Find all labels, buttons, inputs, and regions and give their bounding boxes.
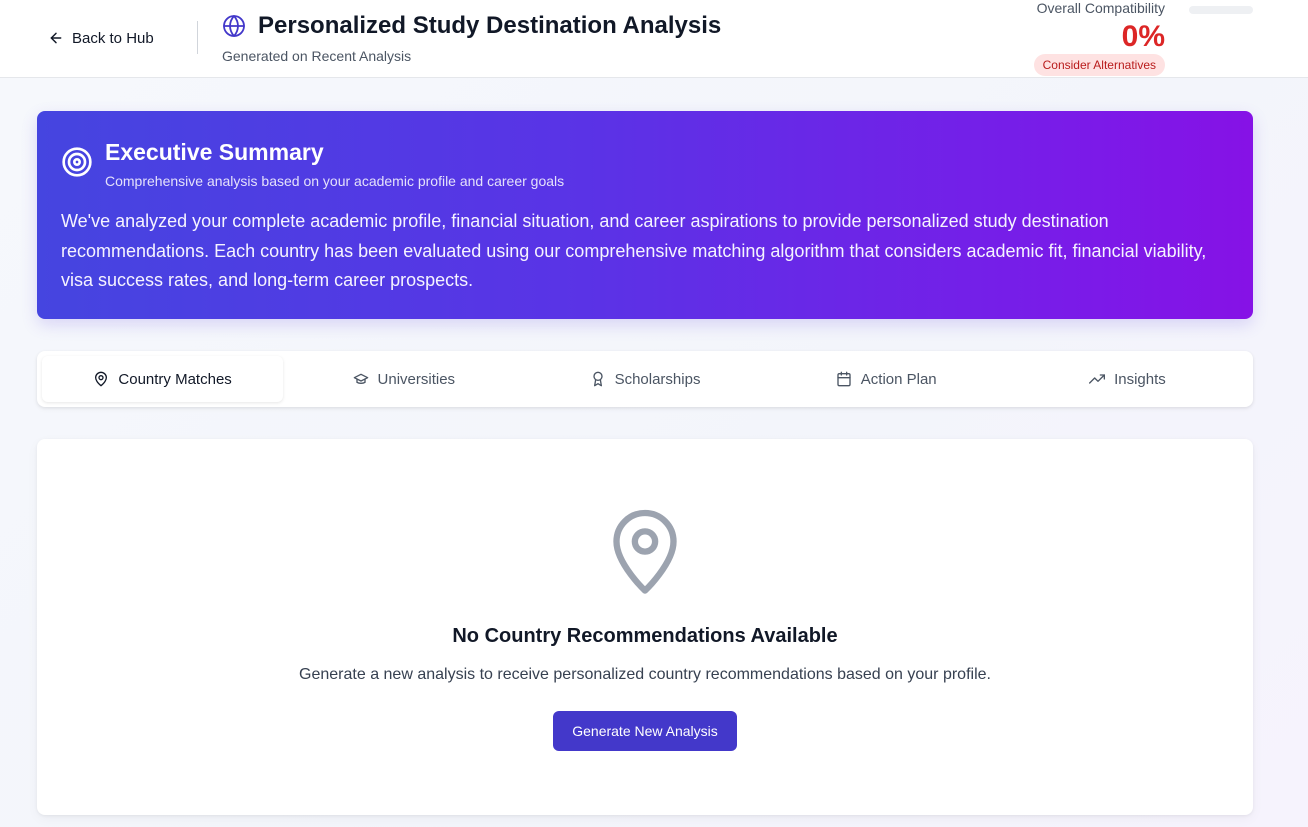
tab-label: Country Matches: [118, 370, 232, 388]
page-title: Personalized Study Destination Analysis: [258, 12, 722, 39]
compatibility-label: Overall Compatibility: [1036, 0, 1165, 16]
executive-summary-card: Executive Summary Comprehensive analysis…: [37, 111, 1253, 319]
target-icon: [62, 147, 92, 177]
country-matches-panel: No Country Recommendations Available Gen…: [37, 439, 1253, 815]
compatibility-score: 0%: [1121, 20, 1165, 53]
tab-label: Action Plan: [860, 370, 937, 388]
executive-summary-title: Executive Summary: [105, 139, 324, 165]
tab-insights[interactable]: Insights: [1007, 356, 1248, 402]
header-divider: [197, 21, 198, 54]
generate-new-analysis-button[interactable]: Generate New Analysis: [553, 711, 737, 751]
tab-action-plan[interactable]: Action Plan: [766, 356, 1007, 402]
calendar-icon: [837, 371, 851, 387]
empty-state-title: No Country Recommendations Available: [452, 625, 838, 647]
map-pin-icon: [613, 509, 677, 594]
page-header: Back to Hub Personalized Study Destinati…: [0, 0, 1308, 78]
trending-up-icon: [1089, 374, 1106, 384]
back-to-hub-label: Back to Hub: [72, 29, 154, 47]
award-icon: [592, 371, 603, 387]
graduation-cap-icon: [353, 373, 368, 384]
tab-scholarships[interactable]: Scholarships: [524, 356, 765, 402]
arrow-left-icon: [50, 32, 62, 44]
page-subtitle: Generated on Recent Analysis: [222, 48, 412, 64]
map-pin-icon: [95, 371, 108, 387]
back-to-hub-button[interactable]: Back to Hub: [48, 28, 154, 48]
executive-summary-subtitle: Comprehensive analysis based on your aca…: [105, 173, 565, 189]
tab-label: Universities: [377, 370, 456, 388]
executive-summary-body: We've analyzed your complete academic pr…: [61, 211, 1207, 290]
tab-universities[interactable]: Universities: [283, 356, 524, 402]
tab-label: Scholarships: [614, 370, 701, 388]
empty-state-text: Generate a new analysis to receive perso…: [299, 666, 991, 683]
tab-label: Insights: [1114, 370, 1166, 388]
analysis-tabs: Country Matches Universities Scholarship…: [37, 351, 1253, 407]
compatibility-status-badge: Consider Alternatives: [1033, 54, 1165, 76]
compatibility-progress-bar: [1189, 6, 1253, 14]
globe-icon: [223, 15, 245, 37]
tab-country-matches[interactable]: Country Matches: [42, 356, 284, 402]
